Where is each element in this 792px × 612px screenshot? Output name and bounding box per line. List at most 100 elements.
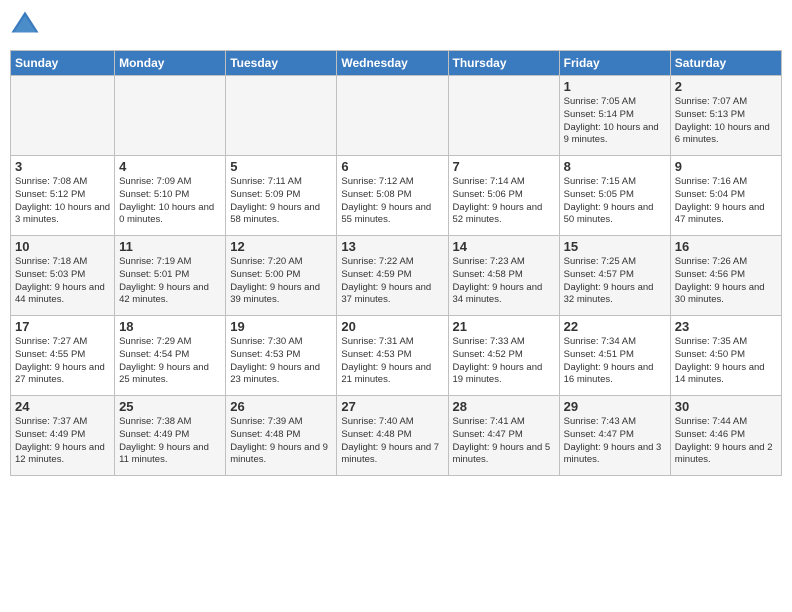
- calendar-cell: 4 Sunrise: 7:09 AM Sunset: 5:10 PM Daylig…: [115, 156, 226, 236]
- day-info: Sunrise: 7:19 AM Sunset: 5:01 PM Dayligh…: [119, 256, 221, 307]
- calendar-cell: 21 Sunrise: 7:33 AM Sunset: 4:52 PM Dayli…: [448, 316, 559, 396]
- day-number: 21: [453, 319, 555, 334]
- day-number: 24: [15, 399, 110, 414]
- day-number: 15: [564, 239, 666, 254]
- calendar-body: 1 Sunrise: 7:05 AM Sunset: 5:14 PM Daylig…: [11, 76, 782, 476]
- day-info: Sunrise: 7:33 AM Sunset: 4:52 PM Dayligh…: [453, 336, 555, 387]
- day-info: Sunrise: 7:12 AM Sunset: 5:08 PM Dayligh…: [341, 176, 443, 227]
- day-info: Sunrise: 7:26 AM Sunset: 4:56 PM Dayligh…: [675, 256, 777, 307]
- day-info: Sunrise: 7:37 AM Sunset: 4:49 PM Dayligh…: [15, 416, 110, 467]
- calendar-cell: 20 Sunrise: 7:31 AM Sunset: 4:53 PM Dayli…: [337, 316, 448, 396]
- calendar-cell: 18 Sunrise: 7:29 AM Sunset: 4:54 PM Dayli…: [115, 316, 226, 396]
- day-number: 9: [675, 159, 777, 174]
- calendar-cell: 19 Sunrise: 7:30 AM Sunset: 4:53 PM Dayli…: [226, 316, 337, 396]
- day-number: 30: [675, 399, 777, 414]
- day-info: Sunrise: 7:23 AM Sunset: 4:58 PM Dayligh…: [453, 256, 555, 307]
- day-info: Sunrise: 7:35 AM Sunset: 4:50 PM Dayligh…: [675, 336, 777, 387]
- calendar-cell: 27 Sunrise: 7:40 AM Sunset: 4:48 PM Dayli…: [337, 396, 448, 476]
- day-number: 6: [341, 159, 443, 174]
- day-info: Sunrise: 7:08 AM Sunset: 5:12 PM Dayligh…: [15, 176, 110, 227]
- page-header: [10, 10, 782, 40]
- day-info: Sunrise: 7:43 AM Sunset: 4:47 PM Dayligh…: [564, 416, 666, 467]
- day-number: 28: [453, 399, 555, 414]
- day-number: 11: [119, 239, 221, 254]
- day-info: Sunrise: 7:31 AM Sunset: 4:53 PM Dayligh…: [341, 336, 443, 387]
- day-info: Sunrise: 7:11 AM Sunset: 5:09 PM Dayligh…: [230, 176, 332, 227]
- calendar-week-5: 24 Sunrise: 7:37 AM Sunset: 4:49 PM Dayli…: [11, 396, 782, 476]
- day-of-week-monday: Monday: [115, 51, 226, 76]
- day-info: Sunrise: 7:40 AM Sunset: 4:48 PM Dayligh…: [341, 416, 443, 467]
- calendar-week-1: 1 Sunrise: 7:05 AM Sunset: 5:14 PM Daylig…: [11, 76, 782, 156]
- calendar-cell: [115, 76, 226, 156]
- day-info: Sunrise: 7:05 AM Sunset: 5:14 PM Dayligh…: [564, 96, 666, 147]
- day-number: 13: [341, 239, 443, 254]
- day-info: Sunrise: 7:16 AM Sunset: 5:04 PM Dayligh…: [675, 176, 777, 227]
- day-number: 19: [230, 319, 332, 334]
- day-info: Sunrise: 7:14 AM Sunset: 5:06 PM Dayligh…: [453, 176, 555, 227]
- day-info: Sunrise: 7:34 AM Sunset: 4:51 PM Dayligh…: [564, 336, 666, 387]
- logo: [10, 10, 42, 40]
- day-of-week-friday: Friday: [559, 51, 670, 76]
- day-number: 22: [564, 319, 666, 334]
- day-number: 27: [341, 399, 443, 414]
- calendar-cell: 13 Sunrise: 7:22 AM Sunset: 4:59 PM Dayli…: [337, 236, 448, 316]
- calendar-cell: 26Sunrise: 7:39 AM Sunset: 4:48 PM Dayli…: [226, 396, 337, 476]
- day-number: 12: [230, 239, 332, 254]
- calendar-cell: 28 Sunrise: 7:41 AM Sunset: 4:47 PM Dayli…: [448, 396, 559, 476]
- day-number: 29: [564, 399, 666, 414]
- calendar-cell: 24 Sunrise: 7:37 AM Sunset: 4:49 PM Dayli…: [11, 396, 115, 476]
- day-info: Sunrise: 7:25 AM Sunset: 4:57 PM Dayligh…: [564, 256, 666, 307]
- day-info: Sunrise: 7:44 AM Sunset: 4:46 PM Dayligh…: [675, 416, 777, 467]
- calendar-cell: [448, 76, 559, 156]
- day-of-week-tuesday: Tuesday: [226, 51, 337, 76]
- calendar-cell: 29 Sunrise: 7:43 AM Sunset: 4:47 PM Dayli…: [559, 396, 670, 476]
- day-info: Sunrise: 7:30 AM Sunset: 4:53 PM Dayligh…: [230, 336, 332, 387]
- day-info: Sunrise: 7:22 AM Sunset: 4:59 PM Dayligh…: [341, 256, 443, 307]
- calendar-week-2: 3 Sunrise: 7:08 AM Sunset: 5:12 PM Daylig…: [11, 156, 782, 236]
- calendar-cell: 9 Sunrise: 7:16 AM Sunset: 5:04 PM Daylig…: [670, 156, 781, 236]
- calendar-cell: 23 Sunrise: 7:35 AM Sunset: 4:50 PM Dayli…: [670, 316, 781, 396]
- day-number: 18: [119, 319, 221, 334]
- days-of-week-header: SundayMondayTuesdayWednesdayThursdayFrid…: [11, 51, 782, 76]
- day-number: 14: [453, 239, 555, 254]
- day-number: 4: [119, 159, 221, 174]
- calendar-cell: [226, 76, 337, 156]
- calendar-table: SundayMondayTuesdayWednesdayThursdayFrid…: [10, 50, 782, 476]
- calendar-cell: 30 Sunrise: 7:44 AM Sunset: 4:46 PM Dayli…: [670, 396, 781, 476]
- day-of-week-sunday: Sunday: [11, 51, 115, 76]
- day-info: Sunrise: 7:29 AM Sunset: 4:54 PM Dayligh…: [119, 336, 221, 387]
- day-number: 8: [564, 159, 666, 174]
- day-number: 1: [564, 79, 666, 94]
- calendar-cell: 11 Sunrise: 7:19 AM Sunset: 5:01 PM Dayli…: [115, 236, 226, 316]
- calendar-cell: 6 Sunrise: 7:12 AM Sunset: 5:08 PM Daylig…: [337, 156, 448, 236]
- day-info: Sunrise: 7:41 AM Sunset: 4:47 PM Dayligh…: [453, 416, 555, 467]
- day-number: 10: [15, 239, 110, 254]
- day-info: Sunrise: 7:09 AM Sunset: 5:10 PM Dayligh…: [119, 176, 221, 227]
- logo-icon: [10, 10, 40, 40]
- day-info: Sunrise: 7:07 AM Sunset: 5:13 PM Dayligh…: [675, 96, 777, 147]
- day-number: 23: [675, 319, 777, 334]
- day-number: 2: [675, 79, 777, 94]
- day-number: 5: [230, 159, 332, 174]
- day-number: 26: [230, 399, 332, 414]
- calendar-cell: 17Sunrise: 7:27 AM Sunset: 4:55 PM Dayli…: [11, 316, 115, 396]
- day-number: 25: [119, 399, 221, 414]
- day-of-week-thursday: Thursday: [448, 51, 559, 76]
- day-info: Sunrise: 7:20 AM Sunset: 5:00 PM Dayligh…: [230, 256, 332, 307]
- day-number: 7: [453, 159, 555, 174]
- day-number: 3: [15, 159, 110, 174]
- calendar-week-4: 17Sunrise: 7:27 AM Sunset: 4:55 PM Dayli…: [11, 316, 782, 396]
- calendar-cell: [11, 76, 115, 156]
- calendar-cell: 5 Sunrise: 7:11 AM Sunset: 5:09 PM Daylig…: [226, 156, 337, 236]
- calendar-cell: 14 Sunrise: 7:23 AM Sunset: 4:58 PM Dayli…: [448, 236, 559, 316]
- day-info: Sunrise: 7:15 AM Sunset: 5:05 PM Dayligh…: [564, 176, 666, 227]
- calendar-cell: [337, 76, 448, 156]
- day-number: 16: [675, 239, 777, 254]
- day-number: 20: [341, 319, 443, 334]
- day-of-week-wednesday: Wednesday: [337, 51, 448, 76]
- calendar-cell: 12 Sunrise: 7:20 AM Sunset: 5:00 PM Dayli…: [226, 236, 337, 316]
- calendar-cell: 25Sunrise: 7:38 AM Sunset: 4:49 PM Dayli…: [115, 396, 226, 476]
- calendar-cell: 7 Sunrise: 7:14 AM Sunset: 5:06 PM Daylig…: [448, 156, 559, 236]
- day-of-week-saturday: Saturday: [670, 51, 781, 76]
- calendar-cell: 8 Sunrise: 7:15 AM Sunset: 5:05 PM Daylig…: [559, 156, 670, 236]
